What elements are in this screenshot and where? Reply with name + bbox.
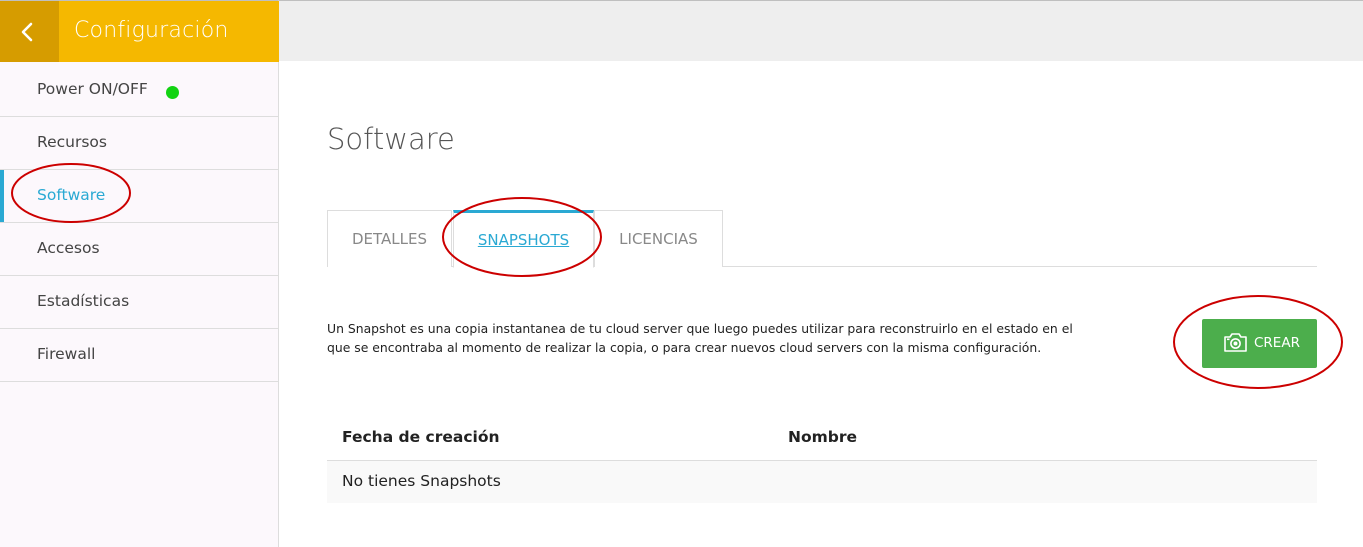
sidebar-item-firewall[interactable]: Firewall — [0, 329, 279, 382]
camera-icon — [1224, 333, 1247, 352]
chevron-left-icon — [21, 22, 33, 42]
tab-detalles[interactable]: DETALLES — [327, 210, 452, 267]
top-bar — [279, 0, 1363, 61]
sidebar-item-label: Firewall — [37, 345, 96, 363]
sidebar-menu: Power ON/OFF Recursos Software Accesos E… — [0, 64, 279, 382]
sidebar-header: Configuración — [0, 1, 279, 62]
table-empty-row: No tienes Snapshots — [327, 461, 1317, 503]
sidebar-item-power[interactable]: Power ON/OFF — [0, 64, 279, 117]
sidebar-item-label: Estadísticas — [37, 292, 130, 310]
tab-licencias[interactable]: LICENCIAS — [594, 210, 723, 267]
sidebar-item-label: Power ON/OFF — [37, 80, 148, 98]
snapshots-table: Fecha de creación Nombre No tienes Snaps… — [327, 413, 1317, 503]
snapshot-description: Un Snapshot es una copia instantanea de … — [327, 321, 1073, 355]
create-snapshot-button[interactable]: CREAR — [1202, 319, 1317, 368]
sidebar-item-label: Accesos — [37, 239, 100, 257]
tab-snapshots[interactable]: SNAPSHOTS — [453, 210, 594, 268]
sidebar-item-recursos[interactable]: Recursos — [0, 117, 279, 170]
sidebar: Configuración Power ON/OFF Recursos Soft… — [0, 0, 279, 547]
sidebar-item-software[interactable]: Software — [0, 170, 279, 223]
sidebar-item-label: Software — [37, 186, 106, 204]
sidebar-item-label: Recursos — [37, 133, 107, 151]
table-header: Fecha de creación Nombre — [327, 413, 1317, 461]
create-button-label: CREAR — [1254, 335, 1300, 351]
back-button[interactable] — [0, 1, 59, 62]
empty-state-text: No tienes Snapshots — [342, 472, 501, 490]
sidebar-item-accesos[interactable]: Accesos — [0, 223, 279, 276]
sidebar-title: Configuración — [74, 18, 229, 43]
column-header-nombre: Nombre — [788, 428, 858, 446]
page-title: Software — [327, 122, 455, 156]
column-header-fecha: Fecha de creación — [342, 428, 500, 446]
tab-bar: DETALLES SNAPSHOTS LICENCIAS — [327, 210, 1317, 268]
sidebar-item-estadisticas[interactable]: Estadísticas — [0, 276, 279, 329]
power-status-indicator — [166, 86, 179, 99]
